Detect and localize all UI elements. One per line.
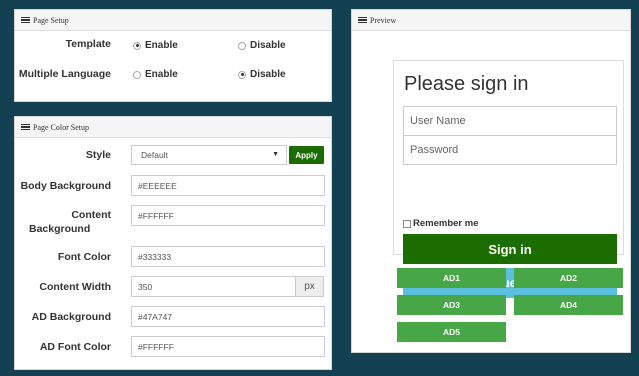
preview-title: Preview (370, 15, 397, 25)
sign-in-box: Please sign in User Name Password Rememb… (393, 60, 624, 298)
font-color-field[interactable]: #333333 (131, 246, 325, 267)
page-color-setup-title: Page Color Setup (33, 122, 89, 132)
content-width-label: Content Width (39, 281, 111, 293)
language-enable-radio[interactable]: Enable (133, 69, 178, 80)
ad-button-2[interactable]: AD2 (514, 268, 623, 288)
body-background-label: Body Background (20, 180, 111, 192)
radio-unchecked-icon (238, 41, 246, 50)
sign-in-button[interactable]: Sign in (403, 234, 617, 264)
checkbox-icon (403, 219, 411, 228)
ad-button-5[interactable]: AD5 (397, 322, 506, 342)
list-icon (21, 123, 30, 131)
sign-in-heading: Please sign in (404, 73, 529, 95)
template-label: Template (65, 38, 111, 50)
ad-background-label: AD Background (31, 311, 111, 323)
page-setup-title: Page Setup (33, 15, 69, 25)
content-width-field[interactable]: 350 (131, 276, 297, 297)
ad-button-4[interactable]: AD4 (514, 295, 623, 315)
apply-button[interactable]: Apply (289, 146, 324, 164)
content-background-label: Content (71, 209, 111, 221)
page-color-setup-header: Page Color Setup (15, 117, 331, 138)
caret-down-icon: ▼ (272, 151, 279, 158)
template-disable-radio[interactable]: Disable (238, 40, 286, 51)
font-color-label: Font Color (57, 251, 111, 263)
page-setup-header: Page Setup (15, 10, 331, 31)
preview-header: Preview (352, 10, 630, 31)
body-background-field[interactable]: #EEEEEE (131, 175, 325, 196)
ad-font-color-field[interactable]: #FFFFFF (131, 336, 325, 357)
username-input[interactable]: User Name (403, 106, 617, 136)
list-icon (21, 16, 30, 24)
px-unit-addon: px (295, 276, 324, 297)
password-input[interactable]: Password (403, 135, 617, 165)
ad-button-3[interactable]: AD3 (397, 295, 506, 315)
style-select[interactable]: Default ▼ (131, 145, 287, 165)
content-background-field[interactable]: #FFFFFF (131, 205, 325, 226)
list-icon (358, 16, 367, 24)
page-setup-panel: Page Setup Template Enable Disable Multi… (14, 9, 332, 102)
ad-background-field[interactable]: #47A747 (131, 306, 325, 327)
page-color-setup-panel: Page Color Setup Style Default ▼ Apply B… (14, 116, 332, 370)
preview-panel: Preview Please sign in User Name Passwor… (351, 9, 631, 353)
ad-button-1[interactable]: AD1 (397, 268, 506, 288)
style-label: Style (85, 149, 111, 161)
language-disable-radio[interactable]: Disable (238, 69, 286, 80)
remember-me[interactable]: Remember me (403, 218, 478, 229)
radio-checked-icon (133, 41, 141, 50)
ad-font-color-label: AD Font Color (39, 341, 111, 353)
multiple-language-label: Multiple Language (18, 68, 111, 80)
radio-checked-icon (238, 70, 246, 79)
radio-unchecked-icon (133, 70, 141, 79)
content-background-label-line2: Background (29, 223, 91, 235)
template-enable-radio[interactable]: Enable (133, 40, 178, 51)
